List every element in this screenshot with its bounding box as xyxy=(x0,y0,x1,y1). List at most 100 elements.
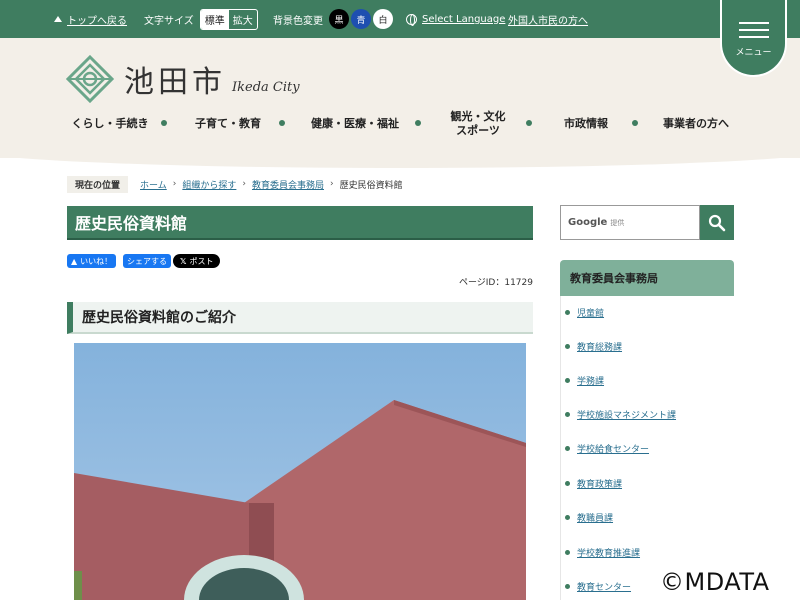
back-to-top-link[interactable]: トップへ戻る xyxy=(67,12,127,27)
sidebar-item-link[interactable]: 児童館 xyxy=(577,306,604,319)
text-size-buttons: 標準 拡大 xyxy=(199,8,258,30)
text-size-standard-button[interactable]: 標準 xyxy=(200,9,229,29)
nav-separator-dot xyxy=(415,120,421,126)
logo-name: 池田市 xyxy=(124,65,226,100)
post-label: ポスト xyxy=(189,256,214,266)
nav-tourism[interactable]: 観光・文化 スポーツ xyxy=(432,108,524,140)
nav-separator-dot xyxy=(526,120,532,126)
utility-bar: トップへ戻る 文字サイズ 標準 拡大 背景色変更 黒 青 白 Select La… xyxy=(0,0,800,38)
sidebar-item-link[interactable]: 教育センター xyxy=(577,580,631,593)
bg-blue-button[interactable]: 青 xyxy=(351,9,371,29)
nav-government[interactable]: 市政情報 xyxy=(544,108,628,140)
nav-tourism-label: 観光・文化 スポーツ xyxy=(451,110,506,138)
sidebar-item-link[interactable]: 学校給食センター xyxy=(577,442,649,455)
breadcrumb-education-board[interactable]: 教育委員会事務局 xyxy=(252,178,324,191)
sidebar-item[interactable]: 学校給食センター xyxy=(561,442,649,455)
thumbs-up-icon: ▲ xyxy=(71,256,78,266)
bg-white-button[interactable]: 白 xyxy=(373,9,393,29)
museum-building-photo xyxy=(74,343,526,600)
bullet-icon xyxy=(565,584,570,589)
bullet-icon xyxy=(565,412,570,417)
sidebar-item[interactable]: 教育センター xyxy=(561,580,631,593)
bg-black-button[interactable]: 黒 xyxy=(329,9,349,29)
breadcrumb-current-label: 現在の位置 xyxy=(67,175,129,193)
sidebar-item[interactable]: 教職員課 xyxy=(561,511,613,524)
global-nav: くらし・手続き 子育て・教育 健康・医療・福祉 観光・文化 スポーツ 市政情報 事… xyxy=(60,108,750,142)
search-brand: Google xyxy=(568,217,608,228)
sidebar-item-link[interactable]: 学務課 xyxy=(577,374,604,387)
sidebar-item-link[interactable]: 教育政策課 xyxy=(577,477,622,490)
nav-health-label: 健康・医療・福祉 xyxy=(311,117,399,131)
search-input[interactable]: Google 提供 xyxy=(560,205,700,240)
x-logo-icon: 𝕏 xyxy=(180,256,187,266)
nav-living-label: くらし・手続き xyxy=(71,117,149,131)
sidebar-list: 児童館 教育総務課 学務課 学校施設マネジメント課 学校給食センター 教育政策課… xyxy=(560,296,734,600)
sidebar-item-link[interactable]: 学校施設マネジメント課 xyxy=(577,408,676,421)
sidebar-item[interactable]: 学校教育推進課 xyxy=(561,546,640,559)
facebook-share-button[interactable]: シェアする xyxy=(123,254,171,268)
bg-color-label: 背景色変更 xyxy=(273,15,323,27)
back-to-top[interactable]: トップへ戻る xyxy=(54,0,127,38)
nav-separator-dot xyxy=(279,120,285,126)
text-size-label: 文字サイズ xyxy=(144,15,194,27)
select-language-link[interactable]: Select Language xyxy=(422,14,505,25)
x-post-button[interactable]: 𝕏 ポスト xyxy=(173,254,221,268)
chevron-right-icon: › xyxy=(172,179,177,189)
hamburger-icon xyxy=(738,17,769,43)
bg-color-control: 背景色変更 黒 青 白 xyxy=(273,0,393,38)
sidebar-item[interactable]: 教育総務課 xyxy=(561,340,622,353)
page-title: 歴史民俗資料館 xyxy=(67,206,533,240)
sidebar-item[interactable]: 学務課 xyxy=(561,374,604,387)
nav-childcare-label: 子育て・教育 xyxy=(195,117,261,131)
bullet-icon xyxy=(565,481,570,486)
up-arrow-icon xyxy=(54,16,62,22)
bullet-icon xyxy=(565,344,570,349)
language-selector[interactable]: Select Language xyxy=(406,0,505,38)
city-emblem-icon xyxy=(66,55,114,103)
search-button[interactable] xyxy=(700,205,734,240)
nav-tourism-line2: スポーツ xyxy=(456,124,500,137)
site-logo[interactable]: 池田市 Ikeda City xyxy=(66,55,300,103)
facebook-like-button[interactable]: ▲ いいね！ xyxy=(67,254,117,268)
like-label: いいね！ xyxy=(80,256,113,266)
sidebar-item[interactable]: 教育政策課 xyxy=(561,477,622,490)
menu-button[interactable]: メニュー xyxy=(720,0,787,77)
globe-icon xyxy=(406,13,417,26)
foreign-residents-link[interactable]: 外国人市民の方へ xyxy=(508,12,588,27)
menu-label: メニュー xyxy=(735,48,772,58)
text-size-control: 文字サイズ 標準 拡大 xyxy=(144,0,258,38)
site-search: Google 提供 xyxy=(560,205,734,240)
nav-health[interactable]: 健康・医療・福祉 xyxy=(296,108,414,140)
share-label: シェアする xyxy=(127,256,167,266)
page-id: ページID：11729 xyxy=(458,278,533,288)
bullet-icon xyxy=(565,550,570,555)
sidebar-item-link[interactable]: 教職員課 xyxy=(577,511,613,524)
breadcrumb-current-page: 歴史民俗資料館 xyxy=(339,180,403,191)
breadcrumb-organization[interactable]: 組織から探す xyxy=(182,178,236,191)
bullet-icon xyxy=(565,515,570,520)
sidebar-item[interactable]: 学校施設マネジメント課 xyxy=(561,408,676,421)
nav-separator-dot xyxy=(632,120,638,126)
nav-government-label: 市政情報 xyxy=(564,117,608,131)
foreign-residents: 外国人市民の方へ xyxy=(508,0,588,38)
nav-separator-dot xyxy=(161,120,167,126)
breadcrumb-home[interactable]: ホーム xyxy=(140,178,167,191)
search-brand-sub: 提供 xyxy=(610,218,625,227)
logo-english: Ikeda City xyxy=(232,79,300,95)
nav-living[interactable]: くらし・手続き xyxy=(60,108,160,140)
bullet-icon xyxy=(565,378,570,383)
section-heading: 歴史民俗資料館のご紹介 xyxy=(67,302,533,334)
sidebar-heading: 教育委員会事務局 xyxy=(560,260,734,296)
nav-childcare[interactable]: 子育て・教育 xyxy=(178,108,278,140)
sidebar-item-link[interactable]: 学校教育推進課 xyxy=(577,546,640,559)
bullet-icon xyxy=(565,310,570,315)
chevron-right-icon: › xyxy=(242,179,246,189)
bullet-icon xyxy=(565,446,570,451)
sidebar-item-link[interactable]: 教育総務課 xyxy=(577,340,622,353)
breadcrumb: 現在の位置 ホーム › 組織から探す › 教育委員会事務局 › 歴史民俗資料館 xyxy=(67,175,403,193)
nav-tourism-line1: 観光・文化 xyxy=(450,110,506,124)
copyright-watermark: ©MDATA xyxy=(660,568,770,596)
text-size-large-button[interactable]: 拡大 xyxy=(229,10,257,29)
sidebar-item[interactable]: 児童館 xyxy=(561,306,604,319)
nav-business[interactable]: 事業者の方へ xyxy=(650,108,742,140)
